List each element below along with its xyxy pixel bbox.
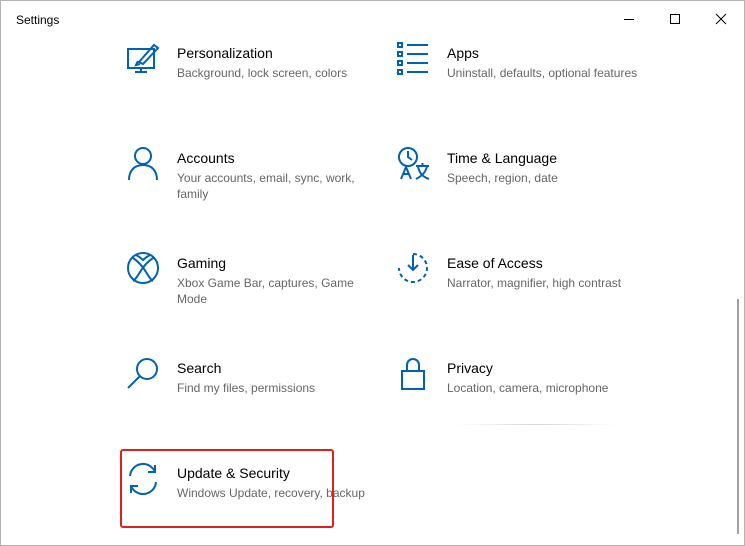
- tile-title: Personalization: [177, 45, 273, 61]
- lock-icon: [396, 356, 432, 392]
- xbox-icon: [126, 251, 162, 287]
- divider: [456, 424, 616, 425]
- tile-accounts[interactable]: Accounts Your accounts, email, sync, wor…: [126, 146, 376, 236]
- accounts-icon: [126, 146, 162, 182]
- highlight-box: [120, 449, 334, 528]
- time-language-icon: [396, 146, 432, 182]
- tile-title: Apps: [447, 45, 479, 61]
- tile-description: Narrator, magnifier, high contrast: [447, 276, 622, 290]
- tile-title: Gaming: [177, 255, 227, 271]
- tile-description: Uninstall, defaults, optional features: [447, 66, 638, 80]
- tile-description: Background, lock screen, colors: [177, 66, 348, 80]
- tile-title: Time & Language: [447, 150, 557, 166]
- settings-content: Personalization Background, lock screen,…: [1, 37, 744, 545]
- scrollbar-thumb[interactable]: [737, 299, 739, 534]
- settings-window: Settings Personalization Background, loc…: [0, 0, 745, 546]
- personalization-icon: [126, 41, 162, 77]
- tile-gaming[interactable]: Gaming Xbox Game Bar, captures, Game Mod…: [126, 251, 376, 341]
- tile-title: Ease of Access: [447, 255, 543, 271]
- maximize-icon: [670, 14, 680, 24]
- tile-description: Location, camera, microphone: [447, 381, 609, 395]
- ease-of-access-icon: [396, 251, 432, 287]
- apps-icon: [396, 41, 432, 77]
- title-bar: Settings: [1, 1, 744, 37]
- tile-description: Find my files, permissions: [177, 381, 316, 395]
- tile-description: Your accounts, email, sync, work, family: [177, 171, 355, 201]
- tile-ease-of-access[interactable]: Ease of Access Narrator, magnifier, high…: [396, 251, 646, 341]
- close-icon: [715, 13, 727, 25]
- tile-title: Accounts: [177, 150, 235, 166]
- minimize-icon: [624, 19, 634, 20]
- tile-description: Speech, region, date: [447, 171, 558, 185]
- tile-search[interactable]: Search Find my files, permissions: [126, 356, 376, 446]
- search-icon: [126, 356, 162, 392]
- tile-time-language[interactable]: Time & Language Speech, region, date: [396, 146, 646, 236]
- tile-privacy[interactable]: Privacy Location, camera, microphone: [396, 356, 646, 446]
- minimize-button[interactable]: [606, 1, 652, 37]
- tile-description: Xbox Game Bar, captures, Game Mode: [177, 276, 354, 306]
- close-button[interactable]: [698, 1, 744, 37]
- window-title: Settings: [16, 13, 60, 27]
- maximize-button[interactable]: [652, 1, 698, 37]
- tile-title: Search: [177, 360, 222, 376]
- tile-apps[interactable]: Apps Uninstall, defaults, optional featu…: [396, 41, 646, 131]
- tile-title: Privacy: [447, 360, 493, 376]
- tile-personalization[interactable]: Personalization Background, lock screen,…: [126, 41, 376, 131]
